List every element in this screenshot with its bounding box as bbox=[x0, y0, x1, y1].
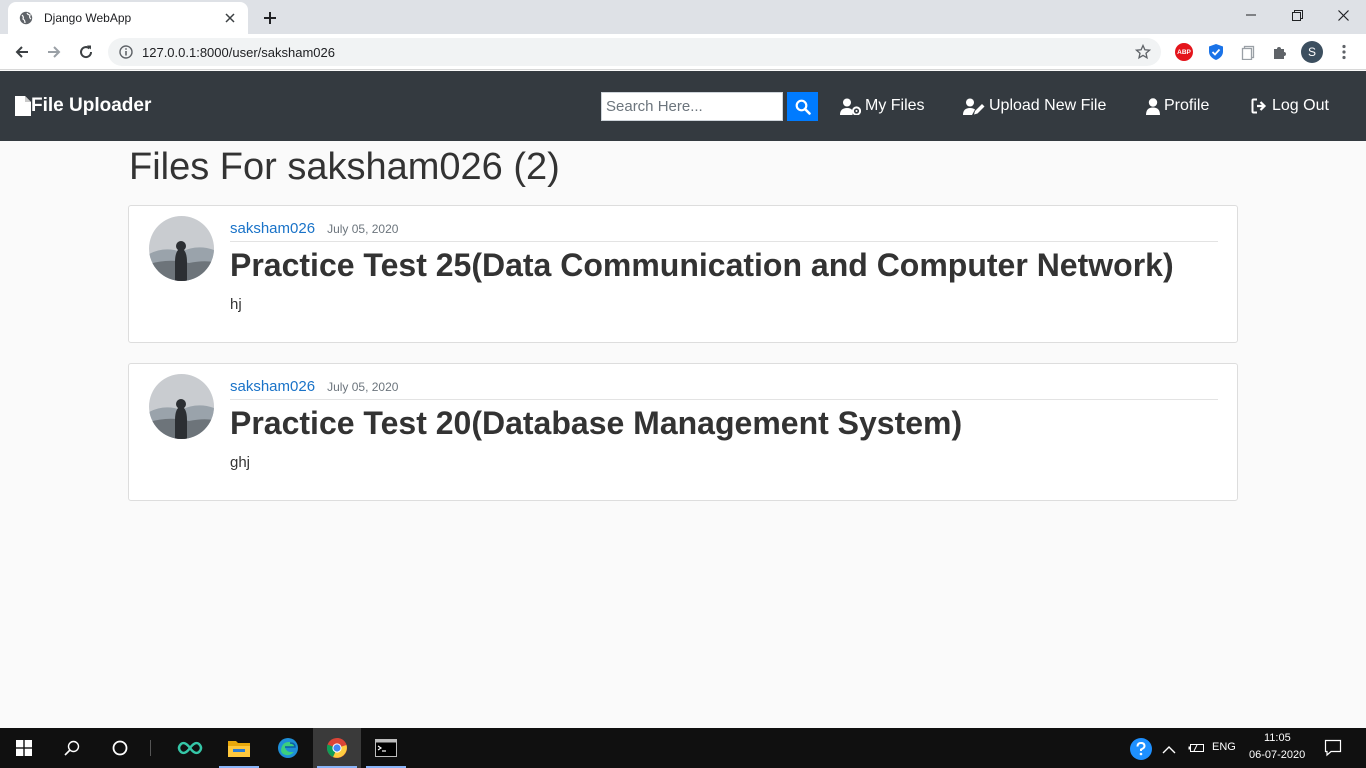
clock-date[interactable]: 06-07-2020 bbox=[1249, 749, 1305, 761]
user-cog-icon bbox=[840, 98, 861, 115]
search-input[interactable] bbox=[601, 92, 783, 121]
tab-title: Django WebApp bbox=[44, 11, 132, 25]
chrome-menu-icon[interactable] bbox=[1334, 42, 1354, 62]
reload-button[interactable] bbox=[72, 38, 100, 66]
file-icon bbox=[15, 96, 31, 116]
windows-taskbar: ENG 11:05 06-07-2020 bbox=[0, 728, 1366, 768]
nav-my-files-label: My Files bbox=[865, 97, 925, 114]
search-button[interactable] bbox=[787, 92, 818, 121]
clock-time[interactable]: 11:05 bbox=[1264, 732, 1291, 744]
battery-icon[interactable] bbox=[1187, 741, 1205, 755]
taskbar-divider bbox=[150, 740, 151, 756]
globe-icon bbox=[18, 10, 34, 26]
notification-icon[interactable] bbox=[1324, 739, 1342, 757]
brand-link[interactable]: File Uploader bbox=[15, 95, 151, 117]
adblock-plus-icon[interactable]: ABP bbox=[1174, 42, 1194, 62]
language-indicator[interactable]: ENG bbox=[1212, 741, 1236, 753]
restore-button[interactable] bbox=[1274, 0, 1320, 30]
browser-tab-strip: Django WebApp bbox=[0, 0, 1366, 34]
start-icon[interactable] bbox=[0, 728, 48, 768]
post-description: hj bbox=[230, 296, 242, 313]
sign-out-icon bbox=[1251, 98, 1267, 114]
profile-avatar[interactable]: S bbox=[1301, 41, 1323, 63]
bookmark-star-icon[interactable] bbox=[1129, 38, 1157, 66]
nav-profile[interactable]: Profile bbox=[1146, 97, 1209, 115]
nav-upload-label: Upload New File bbox=[989, 97, 1107, 114]
help-icon[interactable] bbox=[1130, 738, 1152, 760]
back-button[interactable] bbox=[8, 38, 36, 66]
url-text: 127.0.0.1:8000/user/saksham026 bbox=[142, 44, 335, 60]
post-author-link[interactable]: saksham026 bbox=[230, 378, 315, 395]
post-title-link[interactable]: Practice Test 25(Data Communication and … bbox=[230, 247, 1174, 284]
post-date: July 05, 2020 bbox=[327, 222, 399, 236]
nav-my-files[interactable]: My Files bbox=[840, 97, 925, 115]
close-window-button[interactable] bbox=[1320, 0, 1366, 30]
extensions-puzzle-icon[interactable] bbox=[1270, 42, 1290, 62]
minimize-button[interactable] bbox=[1228, 0, 1274, 30]
user-edit-icon bbox=[963, 98, 985, 115]
file-post-card: saksham026 July 05, 2020 Practice Test 2… bbox=[128, 363, 1238, 501]
chrome-icon[interactable] bbox=[313, 728, 361, 768]
post-meta: saksham026 July 05, 2020 bbox=[230, 378, 1218, 400]
post-title-link[interactable]: Practice Test 20(Database Management Sys… bbox=[230, 405, 962, 442]
edge-icon[interactable] bbox=[264, 728, 312, 768]
site-navbar: File Uploader My Files Upload New File P… bbox=[0, 71, 1366, 141]
cortana-icon[interactable] bbox=[96, 728, 144, 768]
nav-log-out[interactable]: Log Out bbox=[1251, 97, 1329, 115]
address-bar[interactable]: 127.0.0.1:8000/user/saksham026 bbox=[108, 38, 1161, 66]
file-explorer-icon[interactable] bbox=[215, 728, 263, 768]
post-author-link[interactable]: saksham026 bbox=[230, 220, 315, 237]
nav-log-out-label: Log Out bbox=[1272, 97, 1329, 114]
terminal-icon[interactable] bbox=[362, 728, 410, 768]
chevron-up-icon[interactable] bbox=[1162, 742, 1176, 754]
author-avatar[interactable] bbox=[149, 374, 214, 439]
author-avatar[interactable] bbox=[149, 216, 214, 281]
post-date: July 05, 2020 bbox=[327, 380, 399, 394]
copy-extension-icon[interactable] bbox=[1238, 42, 1258, 62]
nav-upload-new-file[interactable]: Upload New File bbox=[963, 97, 1106, 115]
close-tab-icon[interactable] bbox=[222, 10, 238, 26]
brand-text: File Uploader bbox=[31, 95, 152, 116]
site-info-icon[interactable] bbox=[118, 44, 134, 60]
user-icon bbox=[1146, 97, 1160, 115]
infinity-app-icon[interactable] bbox=[166, 728, 214, 768]
shield-extension-icon[interactable] bbox=[1206, 42, 1226, 62]
new-tab-button[interactable] bbox=[257, 5, 283, 31]
post-meta: saksham026 July 05, 2020 bbox=[230, 220, 1218, 242]
forward-button[interactable] bbox=[40, 38, 68, 66]
file-post-card: saksham026 July 05, 2020 Practice Test 2… bbox=[128, 205, 1238, 343]
search-icon bbox=[795, 99, 811, 115]
search-icon[interactable] bbox=[48, 728, 96, 768]
browser-tab[interactable]: Django WebApp bbox=[8, 2, 248, 34]
post-description: ghj bbox=[230, 454, 251, 471]
browser-toolbar: 127.0.0.1:8000/user/saksham026 ABP S bbox=[0, 34, 1366, 70]
nav-profile-label: Profile bbox=[1164, 97, 1210, 114]
page-title: Files For saksham026 (2) bbox=[129, 146, 560, 188]
